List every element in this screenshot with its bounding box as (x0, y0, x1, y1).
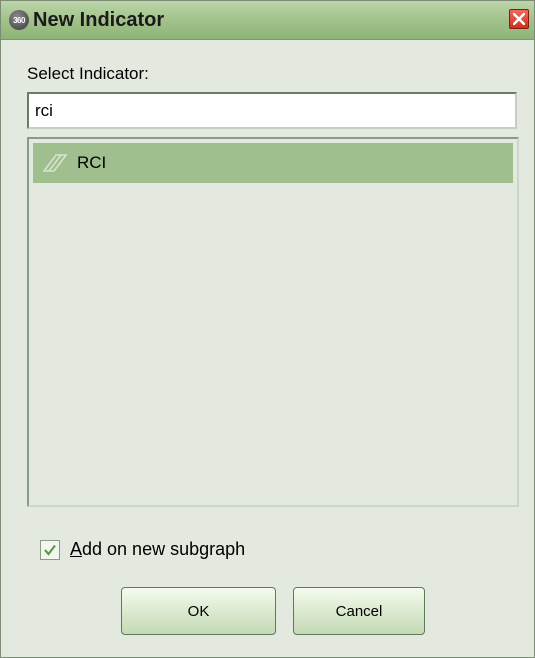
checkbox-label-rest: dd on new subgraph (82, 539, 246, 559)
add-on-new-subgraph-checkbox[interactable] (40, 540, 60, 560)
app-logo-icon: 360 (9, 10, 29, 30)
add-on-new-subgraph-label[interactable]: Add on new subgraph (70, 539, 245, 560)
list-item[interactable]: RCI (33, 143, 513, 183)
cancel-button[interactable]: Cancel (293, 587, 425, 635)
mnemonic-letter: A (70, 539, 83, 559)
new-indicator-dialog: 360 New Indicator Select Indicator: RCI … (0, 0, 535, 658)
indicator-list[interactable]: RCI (27, 137, 519, 507)
title-bar[interactable]: 360 New Indicator (1, 1, 534, 40)
select-indicator-label: Select Indicator: (27, 64, 149, 83)
indicator-icon (41, 152, 69, 179)
indicator-search-input[interactable] (27, 92, 517, 129)
dialog-title: New Indicator (33, 9, 165, 31)
ok-button[interactable]: OK (121, 587, 276, 635)
checkmark-icon (44, 544, 56, 556)
close-button[interactable] (509, 9, 529, 29)
app-logo-text: 360 (13, 15, 25, 25)
list-item-label: RCI (77, 153, 107, 172)
close-icon (513, 13, 525, 25)
